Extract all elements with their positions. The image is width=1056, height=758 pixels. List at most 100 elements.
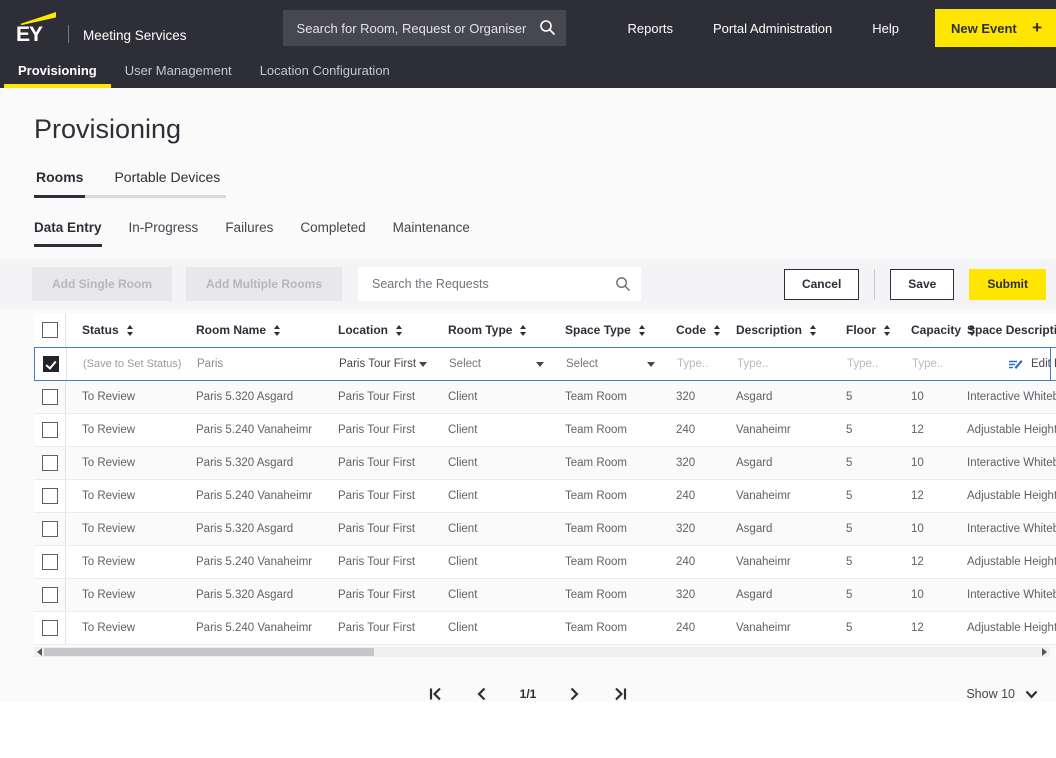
edit-list-icon (1008, 358, 1023, 371)
column-header-code[interactable]: Code (660, 323, 720, 337)
column-header-room-name[interactable]: Room Name (180, 323, 322, 337)
row-checkbox[interactable] (42, 455, 58, 471)
capacity-input[interactable]: Type.. (896, 358, 952, 370)
row-checkbox[interactable] (42, 389, 58, 405)
cell-capacity: 12 (895, 556, 951, 568)
table-row[interactable]: To Review Paris 5.240 Vanaheimr Paris To… (34, 546, 1056, 579)
description-input[interactable]: Type.. (721, 358, 831, 370)
edit-list-button[interactable]: Edit List (952, 358, 1056, 371)
row-checkbox-checked[interactable] (43, 356, 59, 372)
tab-rooms[interactable]: Rooms (34, 169, 85, 198)
table-row[interactable]: To Review Paris 5.320 Asgard Paris Tour … (34, 381, 1056, 414)
sort-icon[interactable] (639, 325, 645, 336)
cell-space-type: Team Room (549, 589, 660, 601)
new-event-button[interactable]: New Event + (935, 9, 1056, 47)
page-size-label: Show 10 (966, 687, 1015, 701)
mainnav-item-provisioning[interactable]: Provisioning (4, 56, 111, 88)
prev-page-button[interactable] (474, 686, 490, 702)
room-type-dropdown[interactable]: Select (433, 358, 550, 370)
table-row[interactable]: To Review Paris 5.240 Vanaheimr Paris To… (34, 612, 1056, 645)
scroll-right-arrow-icon[interactable] (1042, 648, 1047, 656)
column-header-description[interactable]: Description (720, 323, 830, 337)
select-all-checkbox[interactable] (42, 322, 58, 338)
code-input[interactable]: Type.. (661, 358, 721, 370)
cell-location: Paris Tour First (322, 457, 432, 469)
sort-icon[interactable] (274, 325, 280, 336)
table-toolbar: Add Single Room Add Multiple Rooms Cance… (0, 259, 1056, 309)
requests-search-input[interactable] (358, 267, 641, 301)
horizontal-scrollbar[interactable] (34, 647, 1050, 657)
space-type-dropdown[interactable]: Select (550, 358, 661, 370)
scrollbar-thumb[interactable] (44, 648, 374, 656)
cell-room-name: Paris 5.240 Vanaheimr (180, 556, 322, 568)
save-button[interactable]: Save (890, 269, 954, 300)
cell-floor: 5 (830, 391, 895, 403)
tab-portable-devices[interactable]: Portable Devices (112, 169, 222, 198)
row-checkbox[interactable] (42, 587, 58, 603)
footer-space (0, 702, 1056, 758)
column-header-space-description[interactable]: Space Description (951, 323, 1056, 337)
sort-icon[interactable] (810, 325, 816, 336)
top-bar: EY Meeting Services Reports Portal Admin… (0, 0, 1056, 56)
subtab-maintenance[interactable]: Maintenance (393, 220, 470, 247)
column-header-floor[interactable]: Floor (830, 323, 895, 337)
column-header-room-type[interactable]: Room Type (432, 323, 549, 337)
global-search-input[interactable] (283, 10, 566, 46)
column-header-space-type[interactable]: Space Type (549, 323, 660, 337)
table-row[interactable]: To Review Paris 5.240 Vanaheimr Paris To… (34, 480, 1056, 513)
column-header-status[interactable]: Status (66, 323, 180, 337)
subtab-failures[interactable]: Failures (225, 220, 273, 247)
sort-icon[interactable] (396, 325, 402, 336)
search-icon[interactable] (615, 276, 631, 292)
add-single-room-button[interactable]: Add Single Room (32, 267, 172, 301)
subtab-in-progress[interactable]: In-Progress (129, 220, 199, 247)
next-page-button[interactable] (566, 686, 582, 702)
cell-space-type: Team Room (549, 556, 660, 568)
cell-capacity: 10 (895, 589, 951, 601)
toolbar-divider (874, 269, 875, 300)
floor-input[interactable]: Type.. (831, 358, 896, 370)
row-checkbox[interactable] (42, 620, 58, 636)
sort-icon[interactable] (127, 325, 133, 336)
help-link[interactable]: Help (872, 21, 899, 36)
submit-button[interactable]: Submit (969, 269, 1046, 300)
last-page-button[interactable] (612, 686, 628, 702)
row-checkbox[interactable] (42, 554, 58, 570)
reports-link[interactable]: Reports (627, 21, 673, 36)
column-header-location[interactable]: Location (322, 323, 432, 337)
cell-status: To Review (66, 457, 180, 469)
table-row[interactable]: To Review Paris 5.320 Asgard Paris Tour … (34, 447, 1056, 480)
subtab-data-entry[interactable]: Data Entry (34, 220, 102, 247)
plus-icon: + (1032, 18, 1042, 38)
column-header-capacity[interactable]: Capacity (895, 323, 951, 337)
page-size-select[interactable]: Show 10 (966, 687, 1038, 701)
ey-logo-text: EY (16, 25, 42, 45)
cell-room-type: Client (432, 490, 549, 502)
search-icon[interactable] (539, 19, 556, 36)
add-multiple-rooms-button[interactable]: Add Multiple Rooms (186, 267, 342, 301)
global-search (283, 10, 566, 46)
row-checkbox-cell (34, 414, 66, 446)
table-row[interactable]: To Review Paris 5.240 Vanaheimr Paris To… (34, 414, 1056, 447)
cancel-button[interactable]: Cancel (784, 269, 859, 300)
subtab-completed[interactable]: Completed (300, 220, 365, 247)
mainnav-item-location-configuration[interactable]: Location Configuration (246, 56, 404, 88)
sort-icon[interactable] (884, 325, 890, 336)
mainnav-item-user-management[interactable]: User Management (111, 56, 246, 88)
ey-logo[interactable]: EY (16, 12, 58, 45)
row-checkbox-cell (34, 546, 66, 578)
first-page-button[interactable] (428, 686, 444, 702)
row-checkbox-cell (34, 579, 66, 611)
row-checkbox[interactable] (42, 521, 58, 537)
room-name-input[interactable]: Paris (181, 358, 323, 370)
location-dropdown[interactable]: Paris Tour First (323, 358, 433, 370)
cell-space-type: Team Room (549, 424, 660, 436)
table-row[interactable]: To Review Paris 5.320 Asgard Paris Tour … (34, 513, 1056, 546)
row-checkbox[interactable] (42, 488, 58, 504)
portal-administration-link[interactable]: Portal Administration (713, 21, 832, 36)
scroll-left-arrow-icon[interactable] (37, 648, 42, 656)
sort-icon[interactable] (520, 325, 526, 336)
table-row[interactable]: To Review Paris 5.320 Asgard Paris Tour … (34, 579, 1056, 612)
row-checkbox-cell (34, 513, 66, 545)
row-checkbox[interactable] (42, 422, 58, 438)
